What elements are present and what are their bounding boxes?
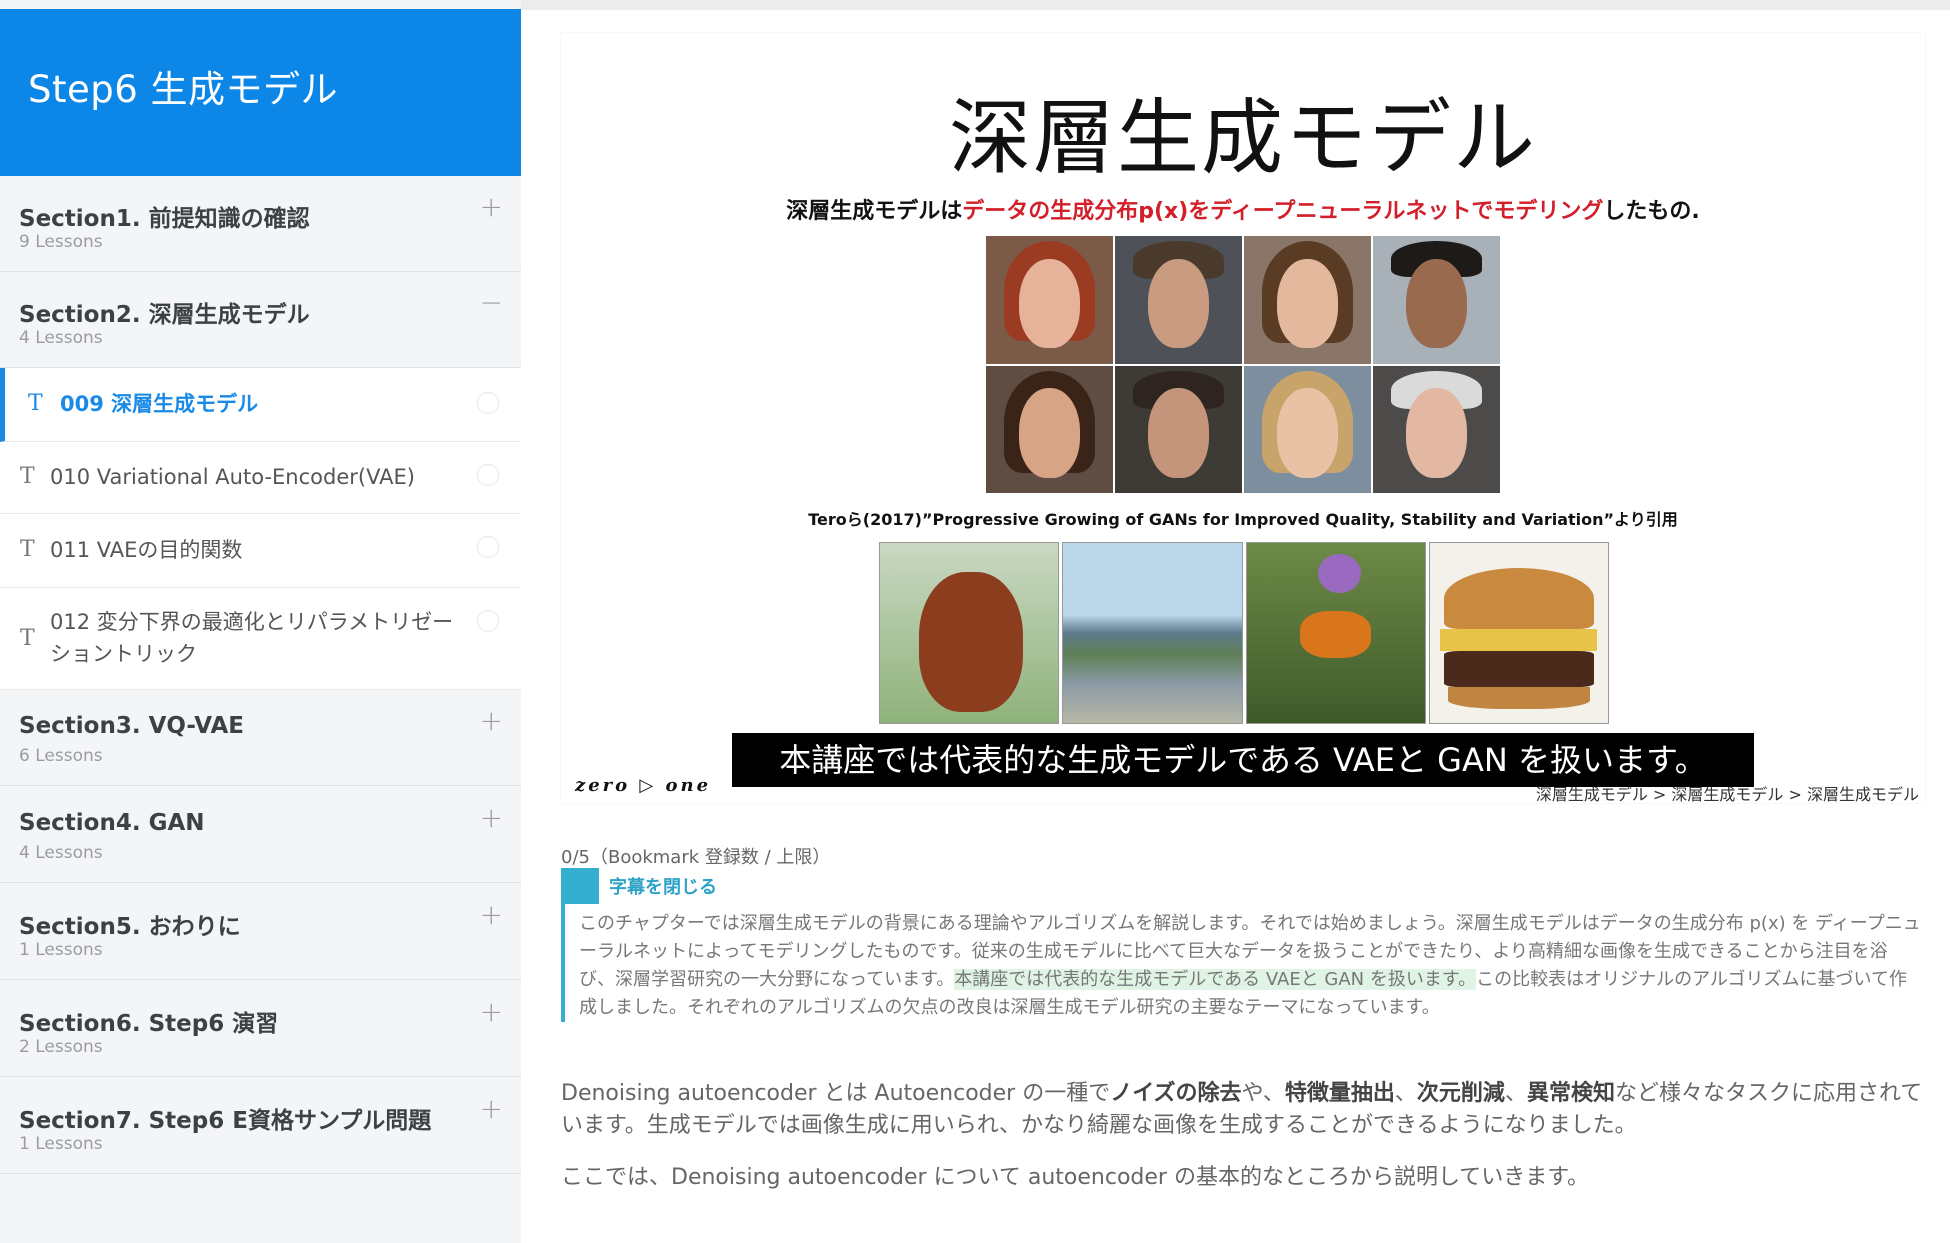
lesson-title: 011 VAEの目的関数	[50, 538, 243, 562]
face-image	[1373, 236, 1500, 364]
section-lesson-count: 1 Lessons	[19, 1134, 103, 1154]
lesson-item-010[interactable]: T 010 Variational Auto-Encoder(VAE)	[0, 442, 521, 514]
section-7-header[interactable]: Section7. Step6 E資格サンプル問題 1 Lessons +	[0, 1078, 521, 1174]
close-subtitles-button[interactable]: 字幕を閉じる	[609, 873, 717, 899]
lesson-item-011[interactable]: T 011 VAEの目的関数	[0, 514, 521, 588]
bold-term: 特徴量抽出	[1284, 1081, 1395, 1106]
generated-face-grid	[986, 236, 1500, 493]
expand-icon[interactable]: +	[480, 1092, 503, 1125]
lesson-paragraph: ここでは、Denoising autoencoder について autoenco…	[561, 1165, 1590, 1190]
text-lesson-icon: T	[28, 391, 43, 416]
collapse-icon[interactable]: −	[480, 286, 503, 319]
section-lesson-count: 6 Lessons	[19, 746, 103, 766]
lesson-item-009[interactable]: T 009 深層生成モデル	[0, 368, 521, 442]
section-3-header[interactable]: Section3. VQ-VAE 6 Lessons +	[0, 690, 521, 786]
lesson-content: 深層生成モデル 深層生成モデルはデータの生成分布p(x)をディープニューラルネッ…	[521, 0, 1950, 1243]
video-caption: 本講座では代表的な生成モデルである VAEと GAN を扱います。	[732, 733, 1754, 787]
lesson-paragraph: Denoising autoencoder とは Autoencoder の一種…	[561, 1078, 1931, 1142]
bold-term: 異常検知	[1526, 1081, 1615, 1106]
slide-title: 深層生成モデル	[948, 91, 1537, 186]
bold-term: 次元削減	[1416, 1081, 1505, 1106]
subtitle-color-swatch[interactable]	[561, 868, 599, 904]
transcript-current-segment[interactable]: 本講座では代表的な生成モデルである VAEと GAN を扱います。	[954, 969, 1477, 990]
expand-icon[interactable]: +	[480, 898, 503, 931]
dog-image	[879, 542, 1060, 724]
section-title: Section2. 深層生成モデル	[19, 302, 310, 328]
section-title: Section4. GAN	[19, 810, 205, 836]
subtitle-emphasis: データの生成分布p(x)をディープニューラルネットでモデリング	[962, 199, 1604, 224]
face-image	[986, 236, 1113, 364]
completion-circle-icon[interactable]	[477, 464, 499, 486]
section-title: Section6. Step6 演習	[19, 1011, 279, 1037]
face-image	[1115, 236, 1242, 364]
section-6-header[interactable]: Section6. Step6 演習 2 Lessons +	[0, 981, 521, 1077]
completion-circle-icon[interactable]	[477, 392, 499, 414]
section-1-header[interactable]: Section1. 前提知識の確認 9 Lessons +	[0, 176, 521, 272]
lesson-title: 009 深層生成モデル	[60, 392, 259, 416]
zero-to-one-logo: zero ▷ one	[575, 775, 712, 796]
section-lesson-count: 9 Lessons	[19, 232, 103, 252]
section-5-header[interactable]: Section5. おわりに 1 Lessons +	[0, 884, 521, 980]
text-lesson-icon: T	[20, 464, 35, 489]
completion-circle-icon[interactable]	[477, 610, 499, 632]
slide-citation: Teroら(2017)”Progressive Growing of GANs …	[808, 510, 1678, 529]
top-bar	[521, 0, 1950, 10]
expand-icon[interactable]: +	[480, 190, 503, 223]
lesson-title: 012 変分下界の最適化とリパラメトリゼーショントリック	[50, 610, 454, 666]
section-title: Section5. おわりに	[19, 914, 241, 940]
expand-icon[interactable]: +	[480, 704, 503, 737]
section-2-header[interactable]: Section2. 深層生成モデル 4 Lessons −	[0, 272, 521, 368]
subtitle-text: 深層生成モデルは	[786, 199, 963, 224]
lesson-item-012[interactable]: T 012 変分下界の最適化とリパラメトリゼーショントリック	[0, 588, 521, 690]
completion-circle-icon[interactable]	[477, 536, 499, 558]
video-player[interactable]: 深層生成モデル 深層生成モデルはデータの生成分布p(x)をディープニューラルネッ…	[561, 33, 1925, 804]
bookmark-count: 0/5（Bookmark 登録数 / 上限）	[561, 847, 831, 868]
bold-term: ノイズの除去	[1110, 1081, 1242, 1106]
text-run: 、	[1394, 1081, 1417, 1106]
landscape-image	[1062, 542, 1243, 724]
text-run: 、	[1504, 1081, 1527, 1106]
generated-sample-images	[879, 542, 1609, 724]
text-lesson-icon: T	[20, 537, 35, 562]
section-title: Section7. Step6 E資格サンプル問題	[19, 1108, 432, 1134]
face-image	[1244, 236, 1371, 364]
text-lesson-icon: T	[20, 626, 35, 651]
course-sidebar: Step6 生成モデル Section1. 前提知識の確認 9 Lessons …	[0, 0, 521, 1243]
section-title: Section1. 前提知識の確認	[19, 206, 310, 232]
section-lesson-count: 2 Lessons	[19, 1037, 103, 1057]
burger-image	[1428, 542, 1609, 724]
course-title: Step6 生成モデル	[0, 9, 521, 176]
section-lesson-count: 1 Lessons	[19, 940, 103, 960]
subtitle-text: したもの.	[1603, 199, 1700, 224]
slide-subtitle: 深層生成モデルはデータの生成分布p(x)をディープニューラルネットでモデリングし…	[561, 193, 1925, 225]
face-image	[986, 365, 1113, 493]
face-image	[1373, 365, 1500, 493]
face-image	[1244, 365, 1371, 493]
butterfly-image	[1245, 542, 1426, 724]
face-image	[1115, 365, 1242, 493]
section-title: Section3. VQ-VAE	[19, 713, 245, 739]
section-4-header[interactable]: Section4. GAN 4 Lessons +	[0, 787, 521, 883]
expand-icon[interactable]: +	[480, 801, 503, 834]
expand-icon[interactable]: +	[480, 995, 503, 1028]
subtitle-toggle-bar[interactable]: 字幕を閉じる	[561, 868, 717, 904]
section-lesson-count: 4 Lessons	[19, 328, 103, 348]
section-lesson-count: 4 Lessons	[19, 843, 103, 863]
transcript-text: このチャプターでは深層生成モデルの背景にある理論やアルゴリズムを解説します。それ…	[561, 904, 1921, 1022]
lesson-title: 010 Variational Auto-Encoder(VAE)	[50, 465, 415, 489]
text-run: Denoising autoencoder とは Autoencoder の一種…	[561, 1081, 1111, 1106]
text-run: や、	[1241, 1081, 1285, 1106]
